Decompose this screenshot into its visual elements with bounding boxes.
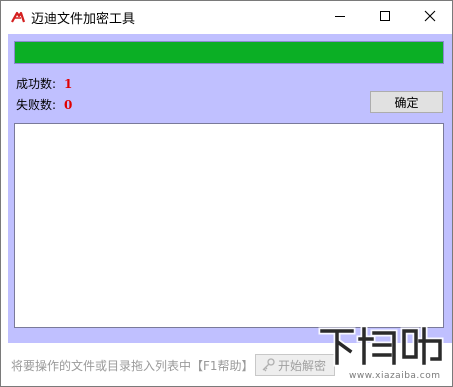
- key-icon: [262, 358, 275, 372]
- drag-hint-text: 将要操作的文件或目录拖入列表中【F1帮助】: [11, 359, 254, 373]
- close-icon: [424, 10, 435, 22]
- minimize-button[interactable]: [317, 1, 362, 31]
- title-bar[interactable]: 迈迪文件加密工具: [1, 1, 452, 32]
- close-button[interactable]: [407, 1, 452, 31]
- progress-bar: [14, 41, 444, 64]
- app-logo-icon: [11, 11, 26, 23]
- window-title: 迈迪文件加密工具: [31, 12, 136, 27]
- success-count-row: 成功数: 1: [16, 75, 72, 92]
- success-count-label: 成功数:: [16, 77, 57, 91]
- app-window: 迈迪文件加密工具 成功数: 1 失败数: 0 确定 将要操作的文件或目录拖入列表中【…: [0, 0, 453, 387]
- fail-count-row: 失败数: 0: [16, 96, 72, 113]
- watermark-logo: [318, 325, 444, 367]
- progress-fill: [15, 42, 443, 63]
- maximize-button[interactable]: [362, 1, 407, 31]
- ok-button[interactable]: 确定: [370, 91, 443, 113]
- success-count-value: 1: [64, 77, 73, 91]
- client-area: 成功数: 1 失败数: 0 确定: [8, 34, 452, 343]
- maximize-icon: [379, 11, 390, 21]
- watermark-url: www.xiazaiba.com: [349, 371, 441, 381]
- file-list[interactable]: [14, 123, 444, 328]
- watermark: www.xiazaiba.com: [316, 323, 446, 385]
- minimize-icon: [334, 16, 345, 17]
- fail-count-value: 0: [64, 98, 73, 112]
- fail-count-label: 失败数:: [16, 98, 57, 112]
